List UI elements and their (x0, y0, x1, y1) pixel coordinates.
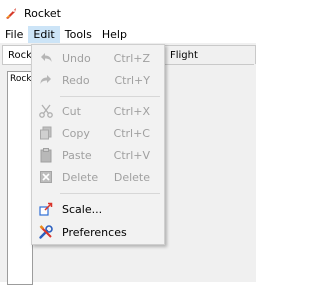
menu-item-label: Redo (62, 73, 90, 87)
menu-item-copy[interactable]: Copy Ctrl+C (32, 122, 164, 144)
menu-item-scale[interactable]: Scale... (32, 198, 164, 220)
menu-item-shortcut: Ctrl+Y (114, 73, 150, 87)
menu-item-label: Undo (62, 51, 91, 65)
menu-tools[interactable]: Tools (60, 26, 97, 43)
menu-item-label: Delete (62, 170, 99, 184)
menu-item-label: Preferences (62, 225, 127, 239)
menu-item-redo[interactable]: Redo Ctrl+Y (32, 69, 164, 91)
tree-item-label: Rock (10, 74, 32, 84)
menu-item-paste[interactable]: Paste Ctrl+V (32, 144, 164, 166)
menu-item-label: Copy (62, 126, 90, 140)
tab-flight-simulations[interactable]: Flight simulations (164, 45, 256, 80)
menu-bar: File Edit Tools Help (0, 26, 256, 43)
menu-item-shortcut: Ctrl+V (113, 148, 150, 162)
component-tree[interactable]: Rock (7, 71, 33, 285)
paste-icon (40, 148, 52, 163)
undo-icon (41, 53, 52, 62)
scale-icon (39, 202, 53, 216)
copy-icon (40, 126, 52, 140)
menu-separator (60, 193, 160, 194)
menu-item-shortcut: Delete (113, 170, 150, 184)
menu-edit[interactable]: Edit (28, 26, 60, 43)
menu-item-shortcut: Ctrl+C (113, 126, 150, 140)
scissors-icon (39, 104, 53, 118)
menu-item-label: Cut (62, 104, 81, 118)
menu-help[interactable]: Help (97, 26, 132, 43)
menu-item-undo[interactable]: Undo Ctrl+Z (32, 47, 164, 69)
redo-icon (40, 75, 51, 84)
menu-item-shortcut: Ctrl+Z (113, 51, 150, 65)
rocket-icon (6, 8, 16, 19)
menu-separator (60, 96, 160, 97)
menu-file[interactable]: File (0, 26, 28, 43)
edit-menu-dropdown: Undo Ctrl+Z Redo Ctrl+Y Cut Ctrl+X Copy … (31, 44, 165, 245)
menu-item-delete[interactable]: Delete Delete (32, 166, 164, 188)
title-bar: Rocket (0, 0, 256, 26)
menu-item-label: Paste (62, 148, 92, 162)
menu-item-label: Scale... (62, 202, 103, 216)
preferences-icon (39, 225, 53, 239)
menu-item-shortcut: Ctrl+X (113, 104, 150, 118)
window-title: Rocket (24, 6, 61, 20)
menu-item-preferences[interactable]: Preferences (32, 221, 164, 243)
delete-icon (40, 171, 52, 183)
menu-item-cut[interactable]: Cut Ctrl+X (32, 100, 164, 122)
